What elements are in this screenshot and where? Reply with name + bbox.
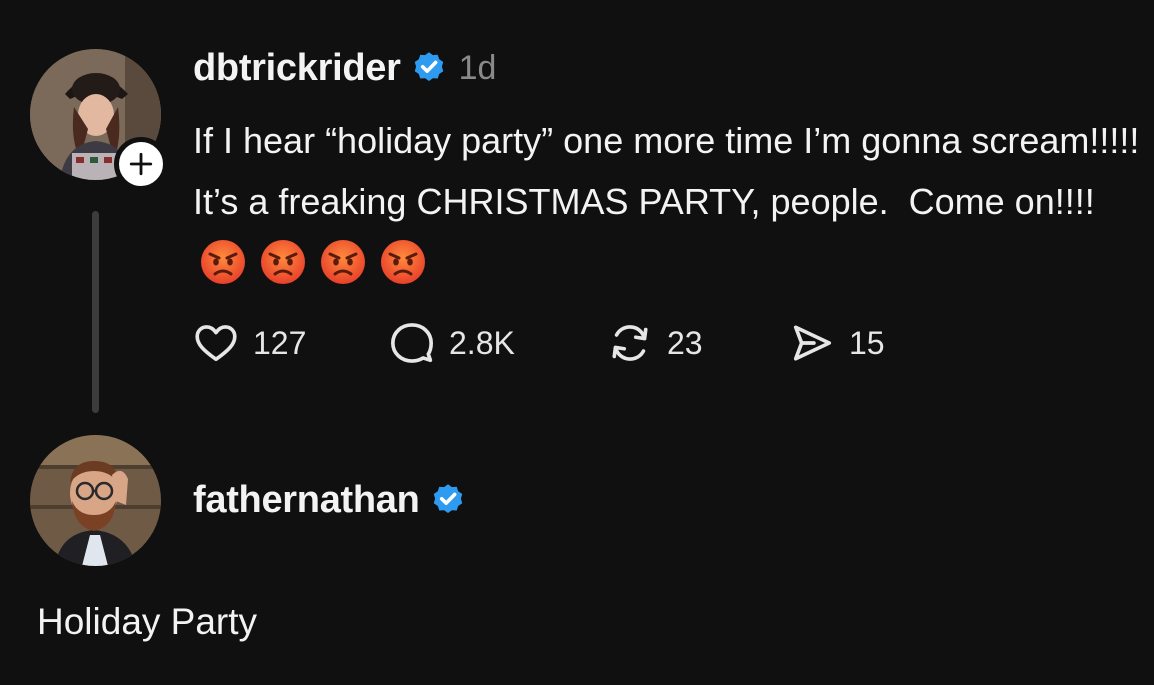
- post-header: dbtrickrider 1d: [193, 44, 496, 92]
- post-text: If I hear “holiday party” one more time …: [193, 110, 1143, 293]
- reply-header: fathernathan: [193, 474, 466, 526]
- comment-bubble-icon: [391, 323, 433, 363]
- angry-face-icon: [261, 240, 305, 285]
- repost-count: 23: [667, 324, 703, 361]
- reply-button[interactable]: 2.8K: [389, 318, 515, 368]
- angry-face-icon: [321, 240, 365, 285]
- heart-icon: [195, 325, 237, 362]
- like-button[interactable]: 127: [193, 318, 306, 368]
- reply-count: 2.8K: [449, 324, 515, 361]
- follow-button[interactable]: [114, 137, 168, 191]
- reply-text: Holiday Party: [37, 601, 258, 642]
- post-body: If I hear “holiday party” one more time …: [193, 120, 1150, 222]
- angry-face-icon: [381, 240, 425, 285]
- angry-face-icon: [201, 240, 245, 285]
- repost-button[interactable]: 23: [607, 318, 703, 368]
- post-username[interactable]: dbtrickrider: [193, 47, 401, 90]
- like-count: 127: [253, 324, 307, 361]
- post-timestamp: 1d: [458, 48, 497, 87]
- verified-badge-icon: [433, 484, 462, 514]
- angry-emoji-row: [199, 238, 427, 286]
- share-count: 15: [849, 324, 885, 361]
- reply-username[interactable]: fathernathan: [193, 479, 420, 522]
- share-button[interactable]: 15: [789, 318, 885, 368]
- thread-line: [92, 211, 99, 413]
- avatar-fathernathan[interactable]: [30, 435, 161, 566]
- plus-icon: [129, 152, 153, 176]
- profile-photo: [30, 435, 161, 566]
- repost-icon: [612, 325, 648, 361]
- verified-badge-icon: [414, 52, 443, 82]
- send-icon: [793, 325, 832, 361]
